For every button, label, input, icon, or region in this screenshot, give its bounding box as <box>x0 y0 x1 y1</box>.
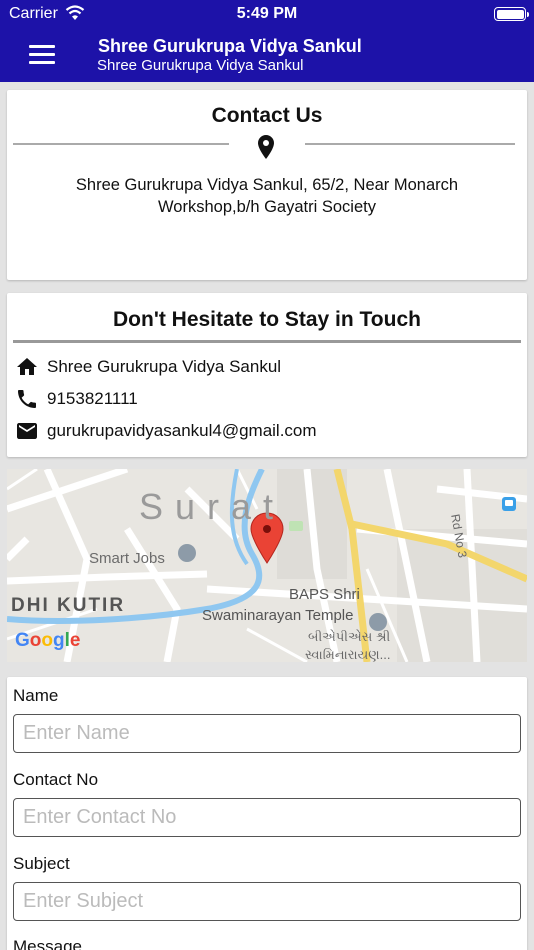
contact-us-card: Contact Us Shree Gurukrupa Vidya Sankul,… <box>7 90 527 280</box>
map-label-area: DHI KUTIR <box>11 595 126 616</box>
contact-form: Name Contact No Subject Message <box>7 677 527 950</box>
stay-in-touch-heading: Don't Hesitate to Stay in Touch <box>113 308 421 331</box>
home-icon <box>17 358 37 375</box>
map-label-temple-line1: BAPS Shri <box>289 586 360 603</box>
contact-us-heading: Contact Us <box>211 104 323 127</box>
phone-icon <box>18 390 36 408</box>
contact-no-input[interactable] <box>13 798 521 837</box>
email-row[interactable]: gurukrupavidyasankul4@gmail.com <box>15 419 317 443</box>
divider-right <box>305 143 515 145</box>
map-label-place: Smart Jobs <box>89 550 165 567</box>
map-label-temple-line2: Swaminarayan Temple <box>202 607 354 624</box>
subject-input[interactable] <box>13 882 521 921</box>
map-label-temple-gujarati-line1: બીએપીએસ શ્રી <box>308 629 391 644</box>
stay-in-touch-card: Don't Hesitate to Stay in Touch Shree Gu… <box>7 293 527 457</box>
battery-icon <box>494 7 529 21</box>
location-map[interactable]: Surat Smart Jobs DHI KUTIR BAPS Shri Swa… <box>7 469 527 662</box>
email-icon <box>17 423 37 439</box>
google-logo: Google <box>15 630 81 651</box>
address-text: Shree Gurukrupa Vidya Sankul, 65/2, Near… <box>75 176 459 216</box>
message-label: Message <box>13 937 82 950</box>
hamburger-menu-icon[interactable] <box>29 45 55 65</box>
email-text: gurukrupavidyasankul4@gmail.com <box>47 421 317 440</box>
name-label: Name <box>13 686 59 705</box>
divider-left <box>13 143 229 145</box>
clock: 5:49 PM <box>236 5 298 22</box>
phone-number-text: 9153821111 <box>47 389 138 408</box>
app-subtitle: Shree Gurukrupa Vidya Sankul <box>97 57 304 74</box>
app-bar: Shree Gurukrupa Vidya Sankul Shree Guruk… <box>0 28 534 82</box>
divider <box>13 340 521 343</box>
subject-label: Subject <box>13 854 70 873</box>
location-pin-icon <box>258 135 274 159</box>
app-title: Shree Gurukrupa Vidya Sankul <box>98 36 362 56</box>
map-label-temple-gujarati-line2: સ્વામિનારાયણ... <box>305 647 391 662</box>
school-name-row: Shree Gurukrupa Vidya Sankul <box>15 355 281 379</box>
school-name-text: Shree Gurukrupa Vidya Sankul <box>47 357 282 376</box>
contact-no-label: Contact No <box>13 770 99 789</box>
map-label-city: Surat <box>139 486 286 527</box>
status-bar: Carrier 5:49 PM <box>0 0 534 28</box>
phone-row[interactable]: 9153821111 <box>15 387 138 411</box>
name-input[interactable] <box>13 714 521 753</box>
